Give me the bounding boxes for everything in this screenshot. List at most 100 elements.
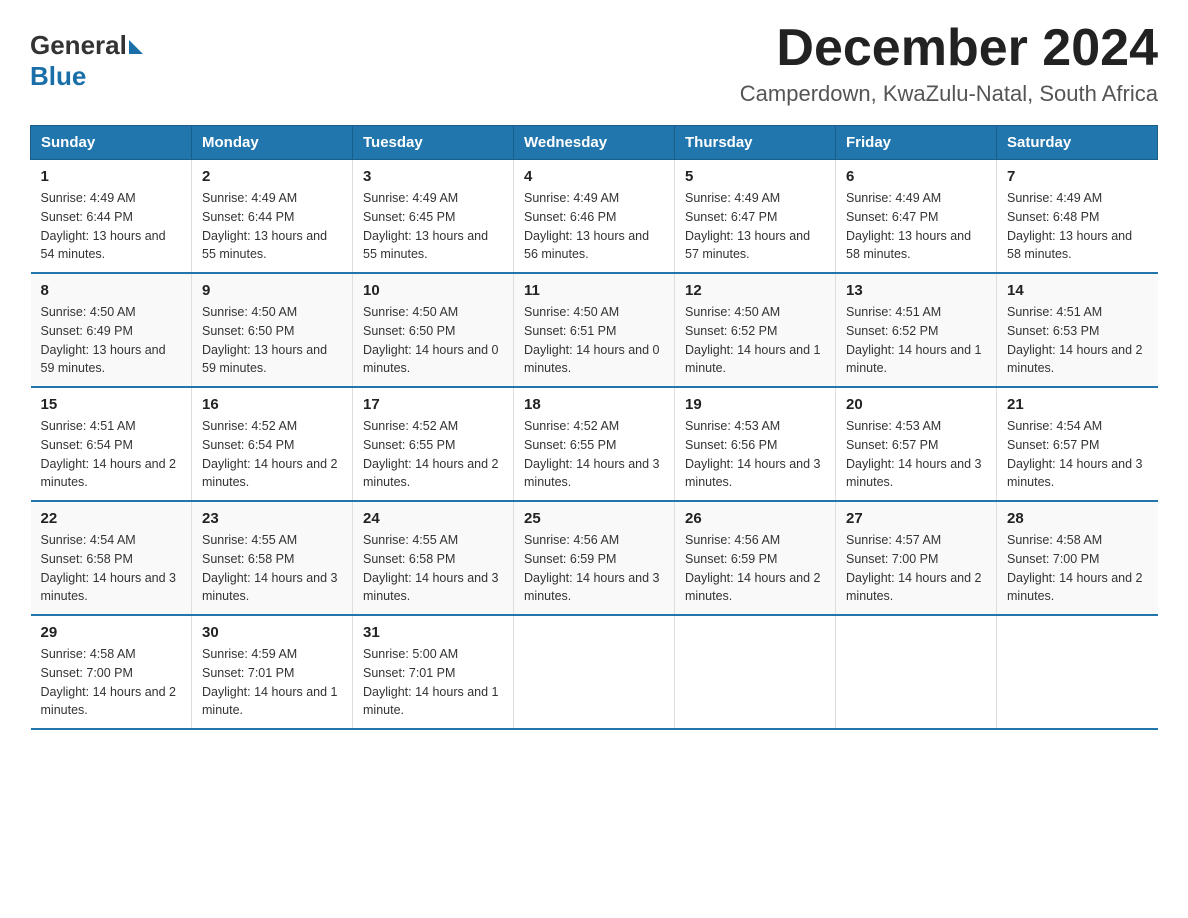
day-number: 8	[41, 282, 182, 299]
day-info: Sunrise: 4:56 AMSunset: 6:59 PMDaylight:…	[685, 531, 825, 606]
calendar-cell: 28Sunrise: 4:58 AMSunset: 7:00 PMDayligh…	[997, 501, 1158, 615]
day-number: 4	[524, 168, 664, 185]
calendar-cell: 31 Sunrise: 5:00 AMSunset: 7:01 PMDayligh…	[353, 615, 514, 729]
day-number: 2	[202, 168, 342, 185]
day-number: 17	[363, 396, 503, 413]
page-subtitle: Camperdown, KwaZulu-Natal, South Africa	[740, 81, 1158, 107]
calendar-cell: 12Sunrise: 4:50 AMSunset: 6:52 PMDayligh…	[675, 273, 836, 387]
day-info: Sunrise: 4:52 AMSunset: 6:55 PMDaylight:…	[363, 417, 503, 492]
calendar-cell: 4 Sunrise: 4:49 AMSunset: 6:46 PMDaylight…	[514, 160, 675, 274]
day-info: Sunrise: 4:53 AMSunset: 6:57 PMDaylight:…	[846, 417, 986, 492]
day-info: Sunrise: 4:50 AMSunset: 6:50 PMDaylight:…	[202, 303, 342, 378]
day-number: 9	[202, 282, 342, 299]
calendar-day-header: Sunday	[31, 126, 192, 160]
calendar-day-header: Thursday	[675, 126, 836, 160]
day-number: 19	[685, 396, 825, 413]
day-info: Sunrise: 4:49 AMSunset: 6:47 PMDaylight:…	[685, 189, 825, 264]
calendar-header-row: SundayMondayTuesdayWednesdayThursdayFrid…	[31, 126, 1158, 160]
day-number: 24	[363, 510, 503, 527]
day-number: 1	[41, 168, 182, 185]
calendar-cell: 7Sunrise: 4:49 AMSunset: 6:48 PMDaylight…	[997, 160, 1158, 274]
calendar-cell: 26 Sunrise: 4:56 AMSunset: 6:59 PMDayligh…	[675, 501, 836, 615]
calendar-day-header: Saturday	[997, 126, 1158, 160]
day-info: Sunrise: 4:50 AMSunset: 6:52 PMDaylight:…	[685, 303, 825, 378]
day-info: Sunrise: 4:54 AMSunset: 6:57 PMDaylight:…	[1007, 417, 1148, 492]
calendar-day-header: Wednesday	[514, 126, 675, 160]
calendar-cell: 15 Sunrise: 4:51 AMSunset: 6:54 PMDayligh…	[31, 387, 192, 501]
day-number: 20	[846, 396, 986, 413]
day-info: Sunrise: 4:49 AMSunset: 6:44 PMDaylight:…	[41, 189, 182, 264]
calendar-cell: 19 Sunrise: 4:53 AMSunset: 6:56 PMDayligh…	[675, 387, 836, 501]
calendar-cell: 10 Sunrise: 4:50 AMSunset: 6:50 PMDayligh…	[353, 273, 514, 387]
day-info: Sunrise: 4:58 AMSunset: 7:00 PMDaylight:…	[41, 645, 182, 720]
day-info: Sunrise: 4:52 AMSunset: 6:54 PMDaylight:…	[202, 417, 342, 492]
day-number: 29	[41, 624, 182, 641]
calendar-cell: 25Sunrise: 4:56 AMSunset: 6:59 PMDayligh…	[514, 501, 675, 615]
day-info: Sunrise: 4:49 AMSunset: 6:45 PMDaylight:…	[363, 189, 503, 264]
day-info: Sunrise: 4:53 AMSunset: 6:56 PMDaylight:…	[685, 417, 825, 492]
calendar-cell: 20 Sunrise: 4:53 AMSunset: 6:57 PMDayligh…	[836, 387, 997, 501]
calendar-cell	[836, 615, 997, 729]
calendar-cell: 30 Sunrise: 4:59 AMSunset: 7:01 PMDayligh…	[192, 615, 353, 729]
calendar-cell	[997, 615, 1158, 729]
day-number: 21	[1007, 396, 1148, 413]
page-header: General Blue December 2024 Camperdown, K…	[30, 20, 1158, 107]
calendar-week-row: 1 Sunrise: 4:49 AMSunset: 6:44 PMDaylight…	[31, 160, 1158, 274]
day-number: 3	[363, 168, 503, 185]
day-info: Sunrise: 4:51 AMSunset: 6:53 PMDaylight:…	[1007, 303, 1148, 378]
day-info: Sunrise: 4:49 AMSunset: 6:47 PMDaylight:…	[846, 189, 986, 264]
day-info: Sunrise: 4:49 AMSunset: 6:46 PMDaylight:…	[524, 189, 664, 264]
day-number: 13	[846, 282, 986, 299]
day-info: Sunrise: 4:57 AMSunset: 7:00 PMDaylight:…	[846, 531, 986, 606]
day-number: 15	[41, 396, 182, 413]
calendar-cell: 18 Sunrise: 4:52 AMSunset: 6:55 PMDayligh…	[514, 387, 675, 501]
day-info: Sunrise: 4:50 AMSunset: 6:51 PMDaylight:…	[524, 303, 664, 378]
calendar-cell: 9 Sunrise: 4:50 AMSunset: 6:50 PMDaylight…	[192, 273, 353, 387]
calendar-cell: 23 Sunrise: 4:55 AMSunset: 6:58 PMDayligh…	[192, 501, 353, 615]
day-number: 25	[524, 510, 664, 527]
calendar-cell	[675, 615, 836, 729]
page-title: December 2024	[740, 20, 1158, 77]
day-info: Sunrise: 4:51 AMSunset: 6:52 PMDaylight:…	[846, 303, 986, 378]
day-number: 23	[202, 510, 342, 527]
day-number: 31	[363, 624, 503, 641]
day-number: 18	[524, 396, 664, 413]
calendar-week-row: 29 Sunrise: 4:58 AMSunset: 7:00 PMDayligh…	[31, 615, 1158, 729]
day-number: 10	[363, 282, 503, 299]
logo-general-text: General	[30, 30, 127, 61]
day-info: Sunrise: 4:55 AMSunset: 6:58 PMDaylight:…	[363, 531, 503, 606]
calendar-cell: 5 Sunrise: 4:49 AMSunset: 6:47 PMDaylight…	[675, 160, 836, 274]
calendar-cell: 21 Sunrise: 4:54 AMSunset: 6:57 PMDayligh…	[997, 387, 1158, 501]
day-number: 14	[1007, 282, 1148, 299]
calendar-cell: 8 Sunrise: 4:50 AMSunset: 6:49 PMDaylight…	[31, 273, 192, 387]
day-info: Sunrise: 4:52 AMSunset: 6:55 PMDaylight:…	[524, 417, 664, 492]
calendar-cell: 27Sunrise: 4:57 AMSunset: 7:00 PMDayligh…	[836, 501, 997, 615]
day-info: Sunrise: 4:55 AMSunset: 6:58 PMDaylight:…	[202, 531, 342, 606]
day-number: 6	[846, 168, 986, 185]
day-info: Sunrise: 4:50 AMSunset: 6:49 PMDaylight:…	[41, 303, 182, 378]
calendar-day-header: Monday	[192, 126, 353, 160]
day-info: Sunrise: 4:58 AMSunset: 7:00 PMDaylight:…	[1007, 531, 1148, 606]
day-number: 11	[524, 282, 664, 299]
calendar-cell: 14 Sunrise: 4:51 AMSunset: 6:53 PMDayligh…	[997, 273, 1158, 387]
day-info: Sunrise: 4:49 AMSunset: 6:48 PMDaylight:…	[1007, 189, 1148, 264]
day-info: Sunrise: 4:50 AMSunset: 6:50 PMDaylight:…	[363, 303, 503, 378]
calendar-table: SundayMondayTuesdayWednesdayThursdayFrid…	[30, 125, 1158, 730]
day-info: Sunrise: 5:00 AMSunset: 7:01 PMDaylight:…	[363, 645, 503, 720]
calendar-cell: 11 Sunrise: 4:50 AMSunset: 6:51 PMDayligh…	[514, 273, 675, 387]
title-area: December 2024 Camperdown, KwaZulu-Natal,…	[740, 20, 1158, 107]
day-number: 30	[202, 624, 342, 641]
calendar-cell: 22Sunrise: 4:54 AMSunset: 6:58 PMDayligh…	[31, 501, 192, 615]
day-number: 5	[685, 168, 825, 185]
calendar-cell: 13 Sunrise: 4:51 AMSunset: 6:52 PMDayligh…	[836, 273, 997, 387]
calendar-cell: 1 Sunrise: 4:49 AMSunset: 6:44 PMDaylight…	[31, 160, 192, 274]
calendar-cell: 6 Sunrise: 4:49 AMSunset: 6:47 PMDaylight…	[836, 160, 997, 274]
day-info: Sunrise: 4:49 AMSunset: 6:44 PMDaylight:…	[202, 189, 342, 264]
calendar-cell	[514, 615, 675, 729]
day-number: 26	[685, 510, 825, 527]
calendar-cell: 2 Sunrise: 4:49 AMSunset: 6:44 PMDaylight…	[192, 160, 353, 274]
calendar-cell: 24 Sunrise: 4:55 AMSunset: 6:58 PMDayligh…	[353, 501, 514, 615]
day-info: Sunrise: 4:54 AMSunset: 6:58 PMDaylight:…	[41, 531, 182, 606]
day-info: Sunrise: 4:51 AMSunset: 6:54 PMDaylight:…	[41, 417, 182, 492]
day-info: Sunrise: 4:59 AMSunset: 7:01 PMDaylight:…	[202, 645, 342, 720]
